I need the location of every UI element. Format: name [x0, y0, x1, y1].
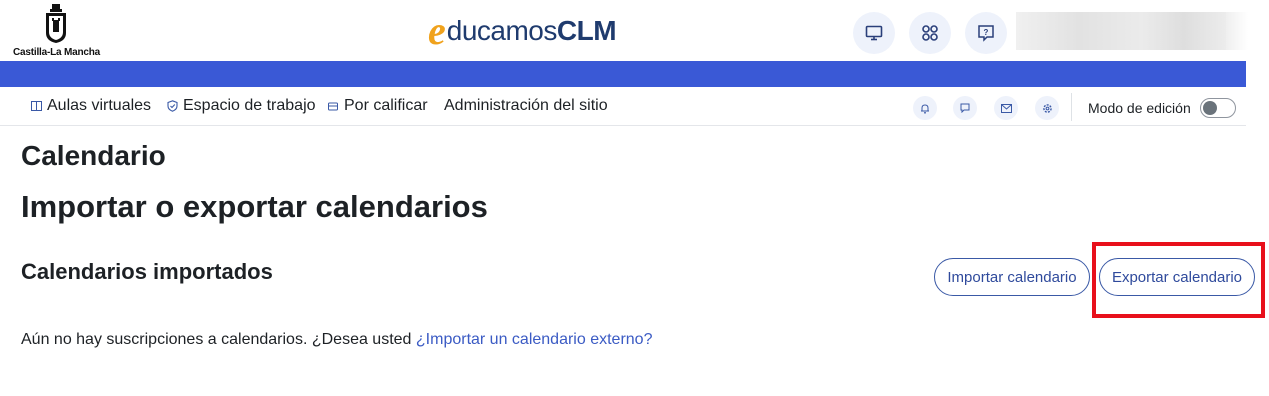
- book-icon: [30, 100, 42, 112]
- primary-navigation: Aulas virtuales Espacio de trabajo Por c…: [0, 87, 1246, 126]
- tray-icon: [327, 100, 339, 112]
- nav-item-administracion[interactable]: Administración del sitio: [444, 97, 608, 115]
- user-menu-blurred[interactable]: [1016, 12, 1226, 50]
- brand-ducamos: ducamos: [446, 15, 558, 46]
- nav-item-label: Administración del sitio: [444, 97, 608, 114]
- page-heading: Calendario: [21, 140, 166, 171]
- mail-button[interactable]: [994, 96, 1018, 120]
- messages-button[interactable]: [953, 96, 977, 120]
- no-subscriptions-message: Aún no hay suscripciones a calendarios. …: [21, 331, 652, 349]
- nav-item-por-calificar[interactable]: Por calificar: [327, 97, 428, 115]
- nav-item-label: Espacio de trabajo: [183, 97, 316, 114]
- user-menu-edge: [1226, 12, 1248, 50]
- educamosclm-logo[interactable]: e ducamos CLM: [428, 8, 617, 53]
- accent-band: [0, 61, 1246, 87]
- settings-icon: [1042, 103, 1052, 113]
- chat-icon: [960, 103, 970, 113]
- import-external-calendar-link[interactable]: ¿Importar un calendario externo?: [416, 331, 653, 348]
- info-text: Aún no hay suscripciones a calendarios. …: [21, 331, 416, 348]
- nav-item-label: Aulas virtuales: [47, 97, 152, 114]
- edit-mode-toggle[interactable]: [1200, 98, 1236, 118]
- bell-icon: [921, 103, 929, 114]
- settings-button[interactable]: [1035, 96, 1059, 120]
- monitor-icon: [865, 25, 883, 41]
- nav-divider: [1071, 93, 1072, 121]
- page-title: Importar o exportar calendarios: [21, 189, 488, 224]
- crest-icon: [46, 4, 66, 43]
- nav-item-espacio-de-trabajo[interactable]: Espacio de trabajo: [166, 97, 316, 115]
- castilla-la-mancha-logo[interactable]: Castilla-La Mancha: [10, 4, 100, 58]
- svg-text:?: ?: [984, 28, 989, 37]
- top-header: Castilla-La Mancha e ducamos CLM ?: [0, 0, 1248, 60]
- nav-item-label: Por calificar: [344, 97, 428, 114]
- shield-icon: [166, 100, 178, 112]
- help-button[interactable]: ?: [965, 12, 1007, 54]
- apps-grid-icon: [922, 25, 938, 41]
- import-calendar-button[interactable]: Importar calendario: [934, 258, 1090, 296]
- toggle-knob: [1203, 101, 1217, 115]
- apps-button[interactable]: [909, 12, 951, 54]
- nav-item-aulas-virtuales[interactable]: Aulas virtuales: [30, 97, 151, 115]
- region-logo-text: Castilla-La Mancha: [13, 47, 100, 58]
- export-button-highlight: [1092, 242, 1265, 318]
- notifications-button[interactable]: [913, 96, 937, 120]
- help-message-icon: ?: [978, 25, 994, 42]
- mail-icon: [1000, 103, 1012, 113]
- brand-e: e: [428, 8, 446, 53]
- brand-clm: CLM: [556, 15, 617, 46]
- section-title: Calendarios importados: [21, 259, 273, 284]
- edit-mode-label: Modo de edición: [1088, 100, 1191, 116]
- monitor-button[interactable]: [853, 12, 895, 54]
